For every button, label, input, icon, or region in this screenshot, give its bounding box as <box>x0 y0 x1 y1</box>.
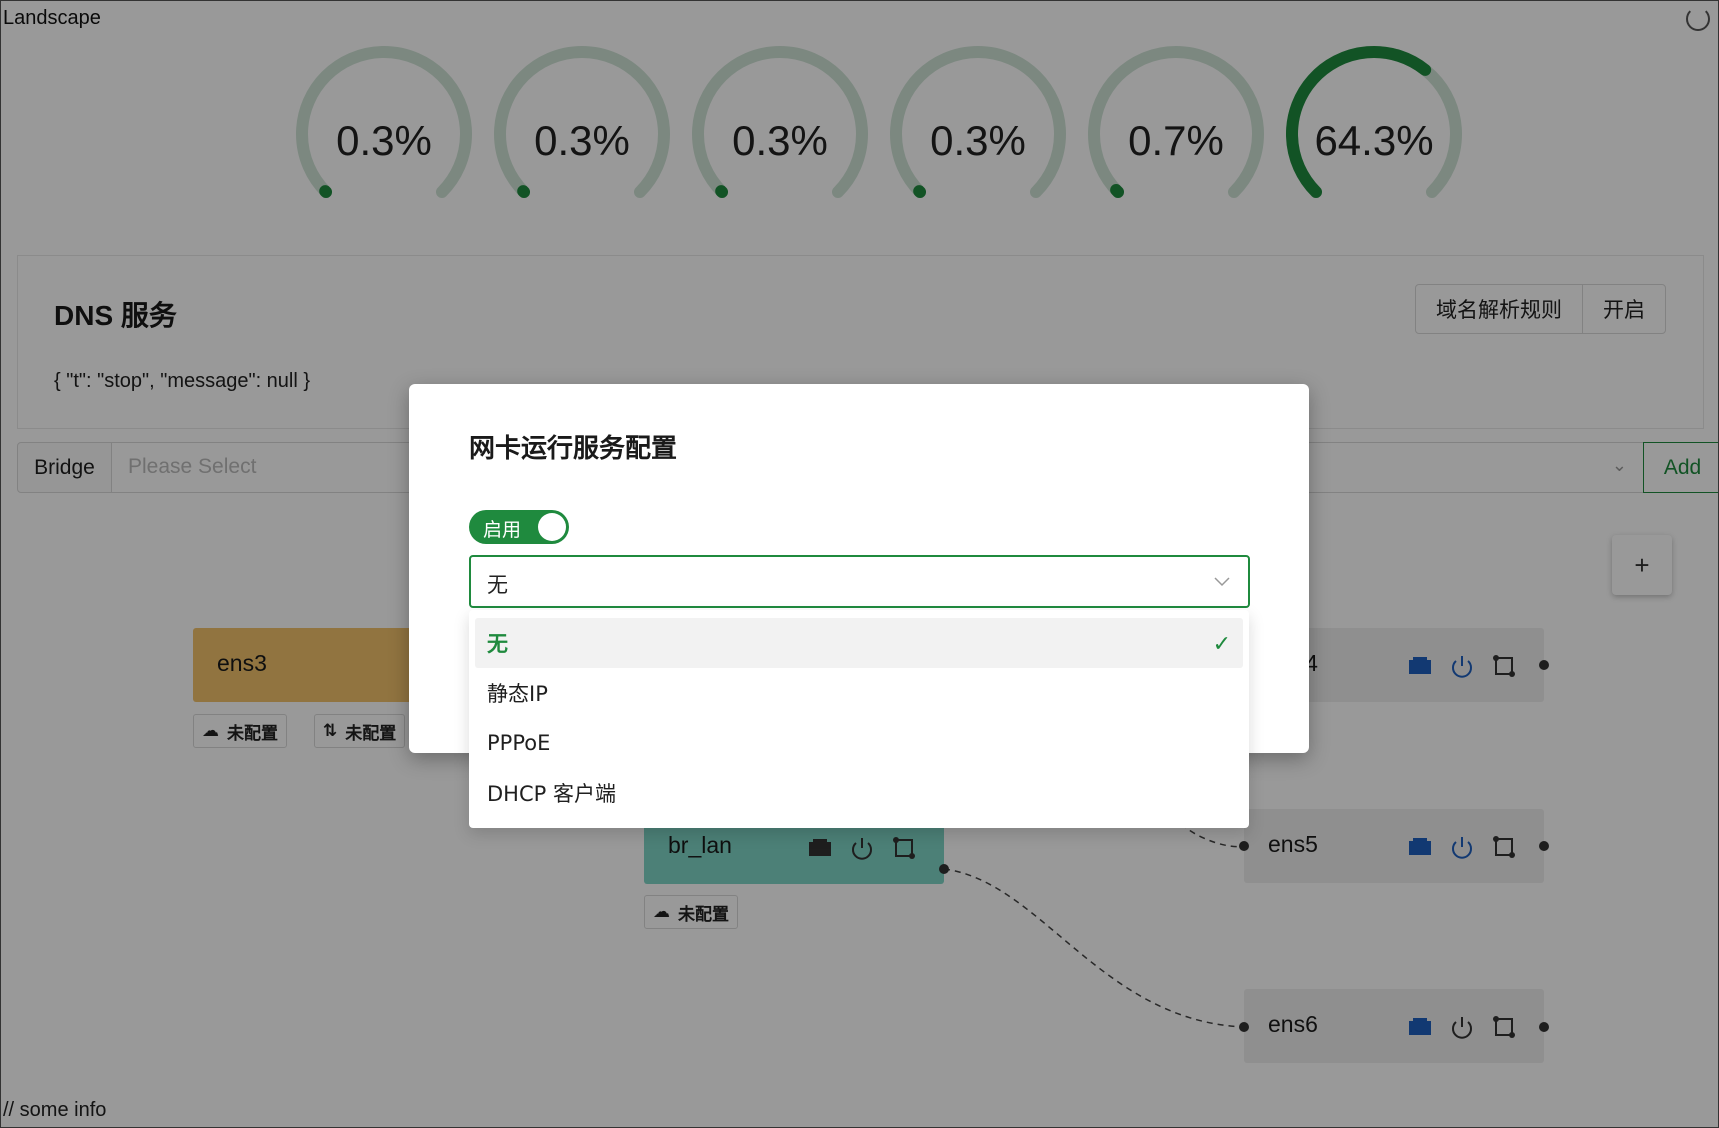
option-static-ip[interactable]: 静态IP <box>475 668 1243 718</box>
check-icon: ✓ <box>1212 632 1231 657</box>
service-type-dropdown: 无 ✓ 静态IP PPPoE DHCP 客户端 <box>469 610 1249 828</box>
modal-title: 网卡运行服务配置 <box>469 434 678 464</box>
option-label: 无 <box>487 632 508 656</box>
enable-switch[interactable]: 启用 <box>469 510 569 544</box>
service-type-select[interactable]: 无 <box>469 555 1250 608</box>
option-label: PPPoE <box>487 731 551 755</box>
option-label: 静态IP <box>487 682 548 706</box>
option-pppoe[interactable]: PPPoE <box>475 718 1243 768</box>
option-dhcp-client[interactable]: DHCP 客户端 <box>475 768 1243 818</box>
switch-knob <box>538 513 566 541</box>
chevron-down-icon <box>1212 569 1232 593</box>
switch-label: 启用 <box>483 519 522 541</box>
option-label: DHCP 客户端 <box>487 782 616 806</box>
option-none[interactable]: 无 ✓ <box>475 618 1243 668</box>
select-value: 无 <box>487 573 508 597</box>
